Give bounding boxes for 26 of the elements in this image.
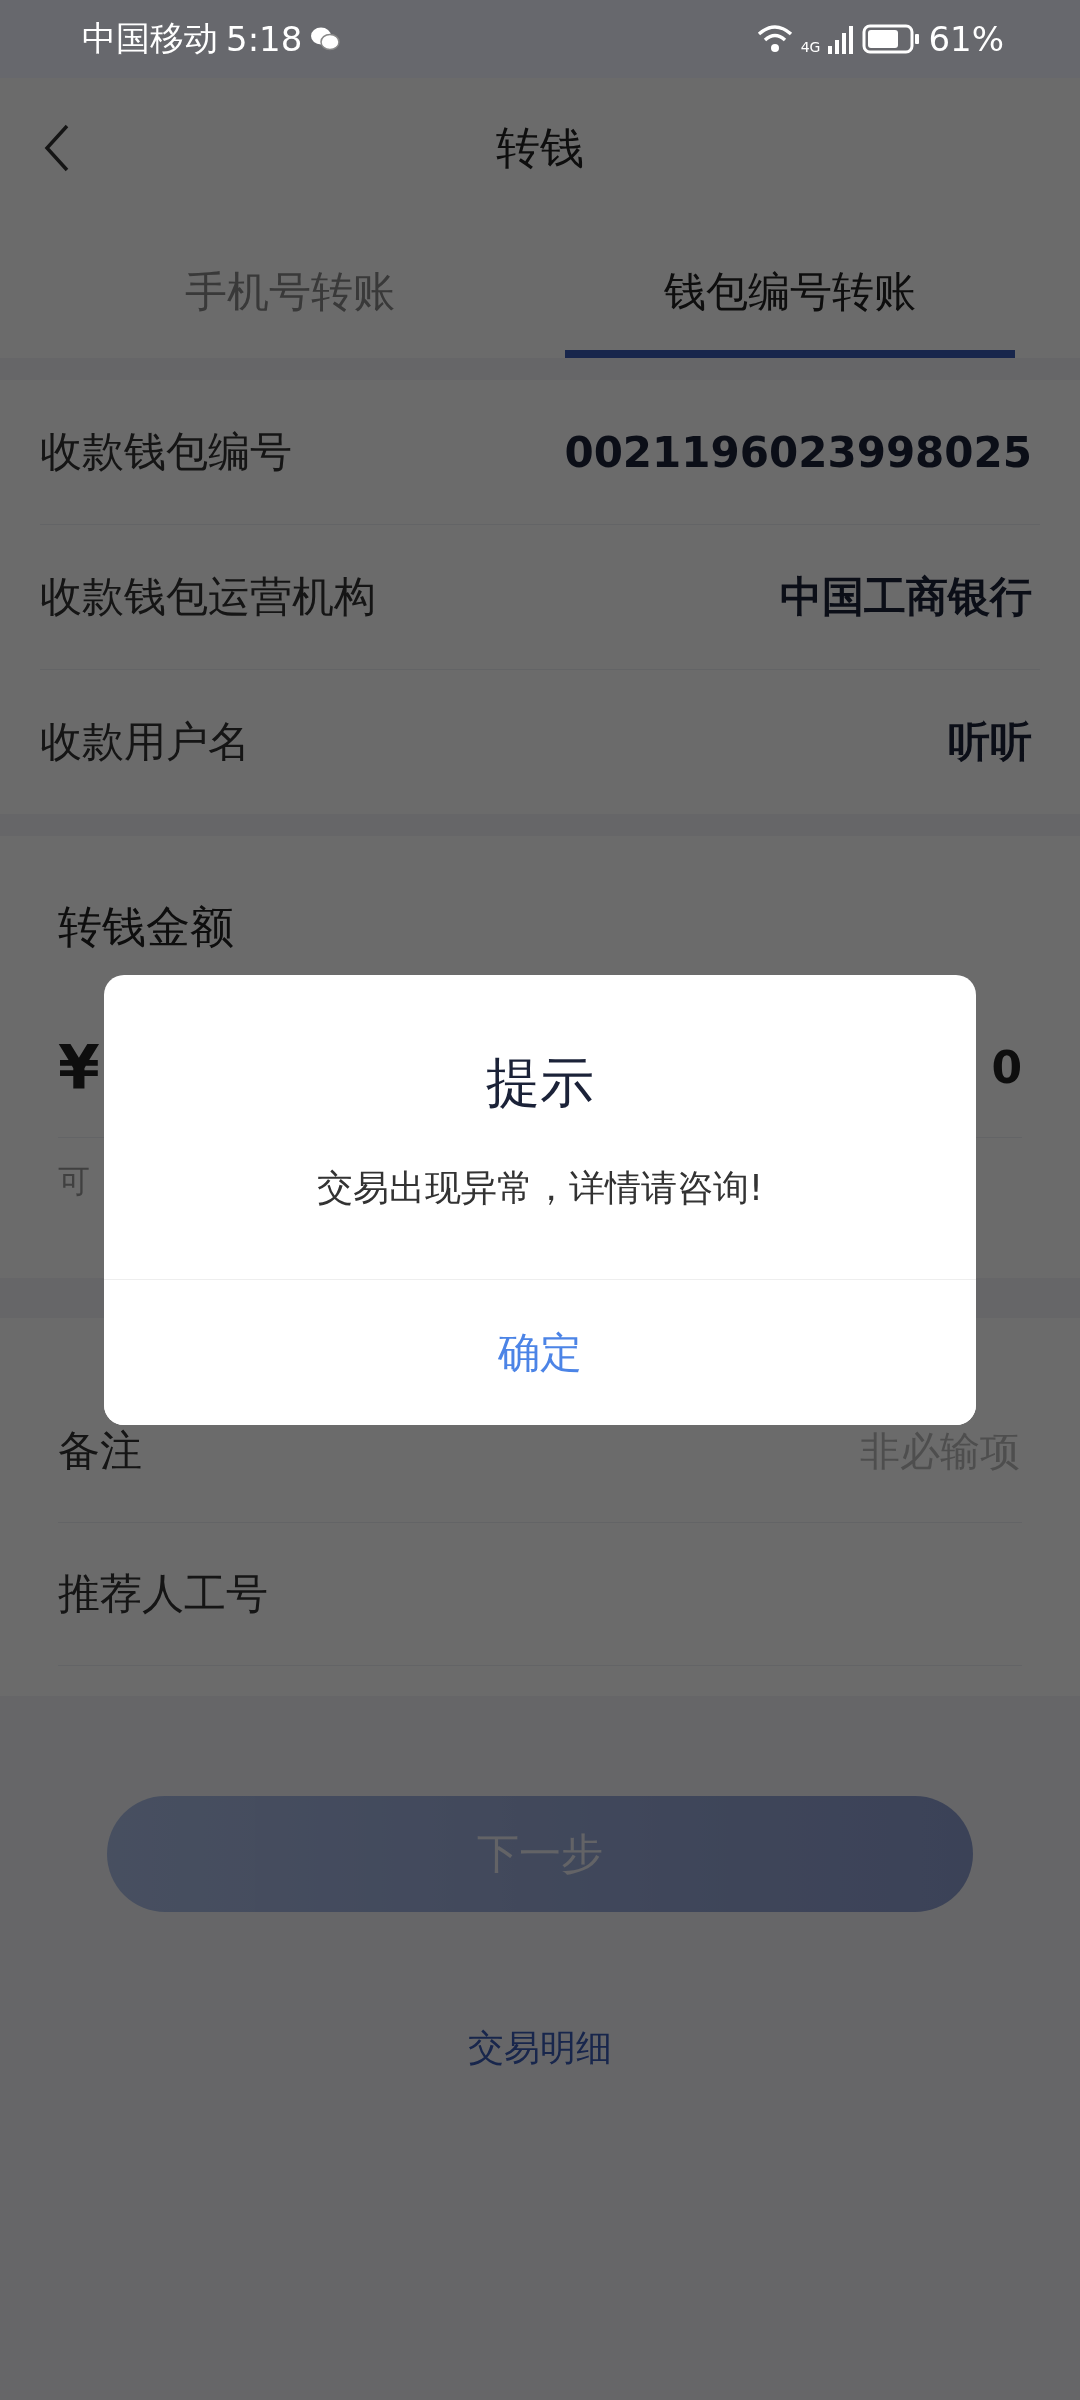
history-link[interactable]: 交易明细 [468,2024,612,2073]
tab[interactable]: 钱包编号转账 [565,218,1015,358]
battery-icon [862,24,921,54]
signal-icon [828,24,855,54]
amount-value[interactable]: 0 [991,1041,1022,1093]
currency-symbol: ¥ [58,1032,100,1102]
field-value: 听听 [948,716,1032,768]
battery-level: 61% [928,19,1004,59]
field-label: 备注 [58,1425,142,1477]
network-type: 4G [800,39,821,55]
field-value: 中国工商银行 [780,571,1032,623]
chat-icon [310,26,341,52]
field-label: 推荐人工号 [58,1568,268,1620]
section-title: 转钱金额 [58,900,235,954]
field-label: 收款用户名 [40,716,250,768]
dialog-title: 提示 [486,1050,594,1116]
carrier: 中国移动 [82,17,218,60]
clock: 5:18 [226,19,303,59]
field-label: 收款钱包编号 [40,426,292,478]
page-title: 转钱 [496,120,584,175]
field-value: 0021196023998025 [564,427,1032,477]
back-icon[interactable] [44,124,70,172]
wifi-icon [756,24,793,54]
dialog-message: 交易出现异常，详情请咨询! [316,1166,764,1210]
field-label: 收款钱包运营机构 [40,571,376,623]
confirm-button[interactable]: 确定 [104,1279,976,1425]
